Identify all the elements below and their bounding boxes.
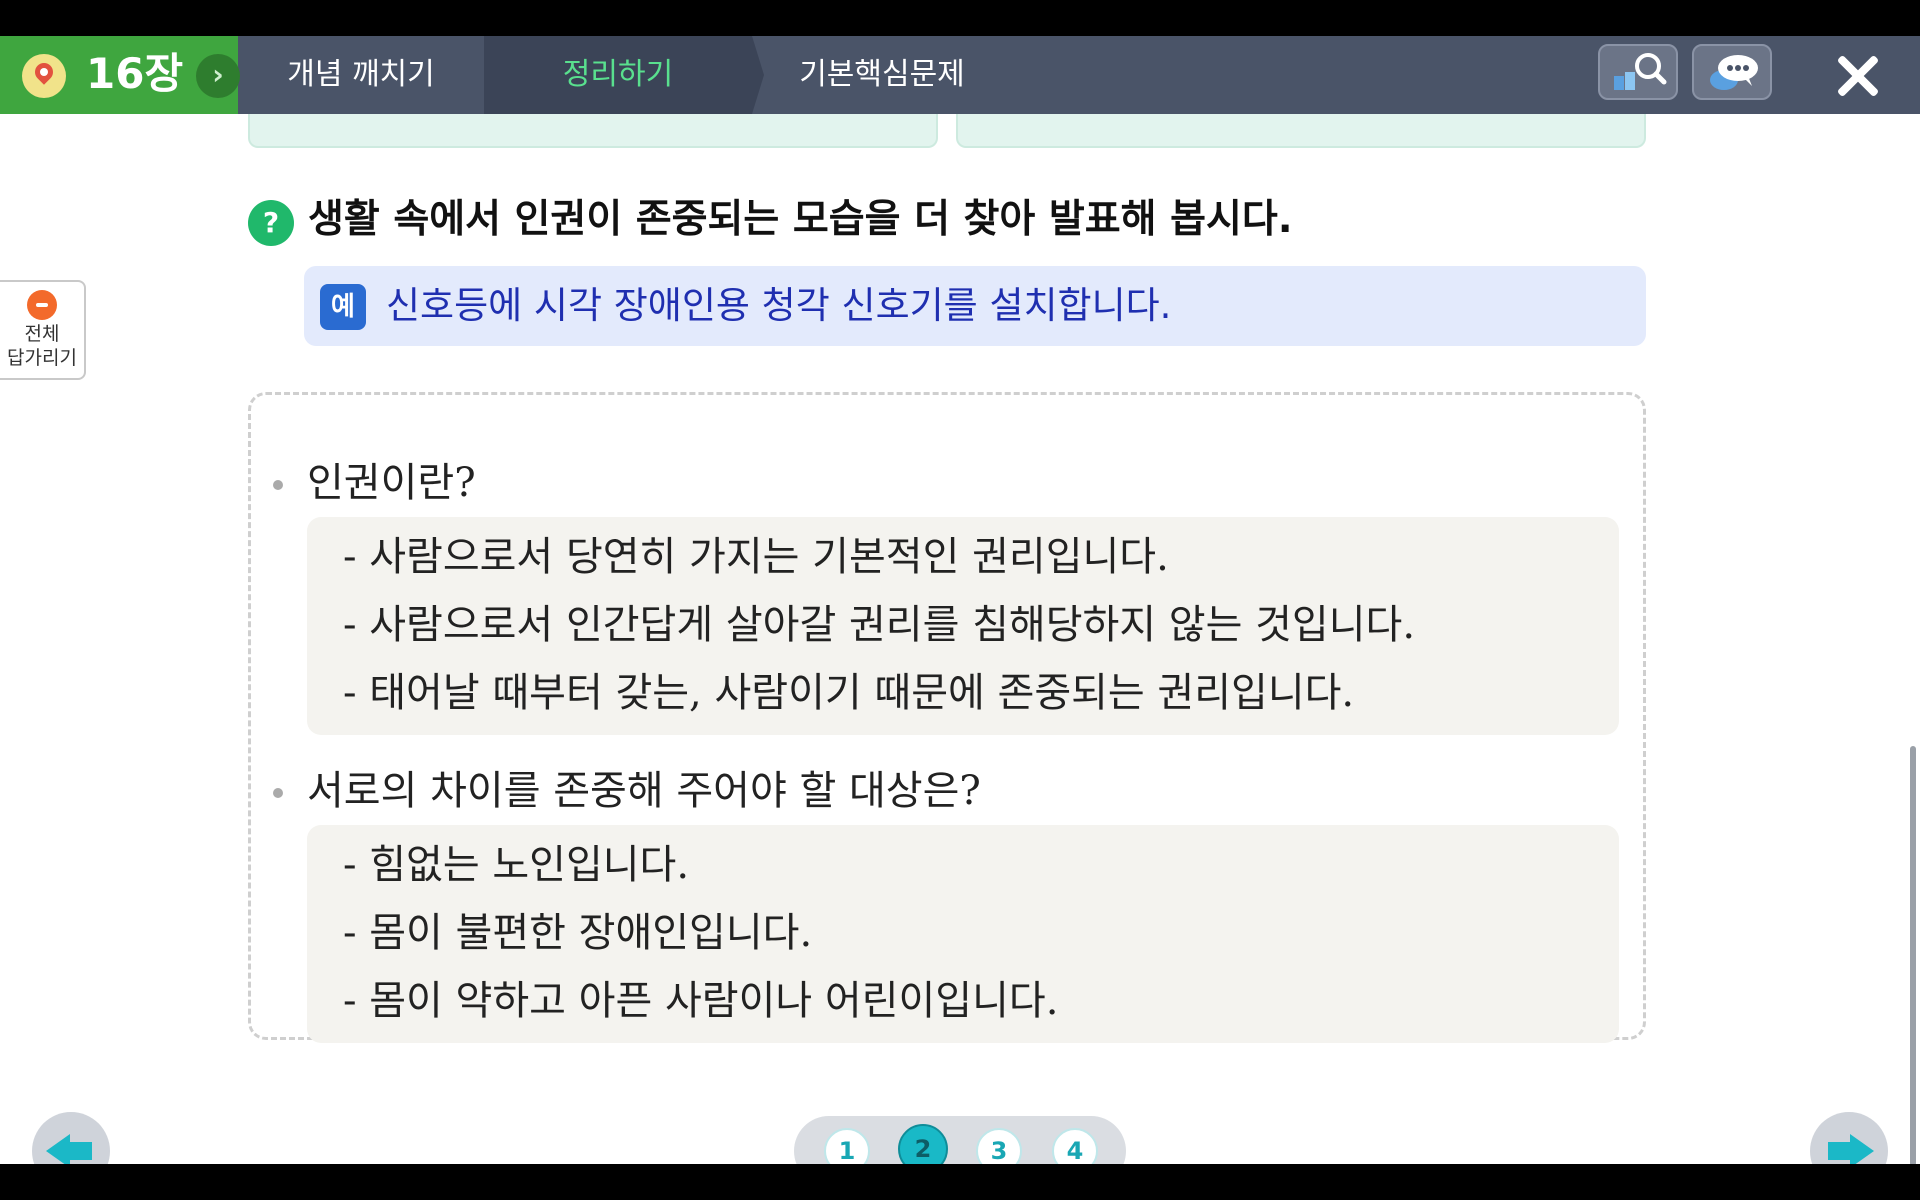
minus-icon: [27, 290, 57, 320]
chapter-label: 16장: [86, 49, 184, 98]
answer-line: - 몸이 불편한 장애인입니다.: [343, 910, 813, 956]
close-icon[interactable]: [1832, 50, 1884, 102]
page-button-4[interactable]: 4: [1052, 1128, 1098, 1164]
tab-label: 정리하기: [562, 57, 674, 92]
hide-all-answers-toggle[interactable]: 전체 답가리기: [0, 280, 86, 380]
answer-box[interactable]: - 사람으로서 당연히 가지는 기본적인 권리입니다. - 사람으로서 인간답게…: [307, 517, 1619, 735]
answer-line: - 사람으로서 인간답게 살아갈 권리를 침해당하지 않는 것입니다.: [343, 602, 1416, 648]
answer-line: - 태어날 때부터 갖는, 사람이기 때문에 존중되는 권리입니다.: [343, 670, 1355, 716]
prev-page-button[interactable]: [32, 1112, 110, 1164]
card-peek-right: [956, 114, 1646, 148]
tab-label: 개념 깨치기: [287, 57, 435, 92]
tab-concept[interactable]: 개념 깨치기: [238, 36, 484, 114]
example-text: 신호등에 시각 장애인용 청각 신호기를 설치합니다.: [386, 284, 1172, 327]
tab-core-problems[interactable]: 기본핵심문제: [764, 36, 1000, 114]
chat-button[interactable]: [1692, 44, 1772, 100]
page-button-2[interactable]: 2: [898, 1124, 948, 1164]
answer-line: - 사람으로서 당연히 가지는 기본적인 권리입니다.: [343, 534, 1169, 580]
page-indicator: 1 2 3 4: [794, 1116, 1126, 1164]
chevron-right-icon[interactable]: ›: [196, 54, 240, 98]
answer-box[interactable]: - 힘없는 노인입니다. - 몸이 불편한 장애인입니다. - 몸이 약하고 아…: [307, 825, 1619, 1043]
top-bar: 16장 › 개념 깨치기 정리하기 기본핵심문제: [0, 36, 1920, 114]
next-page-button[interactable]: [1810, 1112, 1888, 1164]
tab-divider: [752, 36, 764, 114]
toggle-label-line1: 전체: [24, 323, 60, 345]
section-heading: 서로의 차이를 존중해 주어야 할 대상은?: [307, 768, 981, 814]
tab-summary[interactable]: 정리하기: [484, 36, 752, 114]
card-peek-left: [248, 114, 938, 148]
tab-label: 기본핵심문제: [799, 57, 965, 92]
search-book-button[interactable]: [1598, 44, 1678, 100]
section-heading: 인권이란?: [307, 460, 476, 506]
page-button-3[interactable]: 3: [976, 1128, 1022, 1164]
example-badge: 예: [320, 284, 366, 330]
example-box: 예 신호등에 시각 장애인용 청각 신호기를 설치합니다.: [304, 266, 1646, 346]
bullet-dot: [273, 788, 283, 798]
chapter-badge[interactable]: 16장 ›: [0, 36, 240, 114]
scrollbar[interactable]: [1910, 746, 1916, 1164]
page-button-1[interactable]: 1: [824, 1128, 870, 1164]
toggle-label-line2: 답가리기: [7, 347, 77, 369]
chat-icon: [1710, 55, 1758, 90]
location-pin-icon: [22, 54, 66, 98]
bullet-dot: [273, 480, 283, 490]
answer-line: - 몸이 약하고 아픈 사람이나 어린이입니다.: [343, 978, 1059, 1024]
search-book-icon: [1614, 53, 1667, 90]
question-text: 생활 속에서 인권이 존중되는 모습을 더 찾아 발표해 봅시다.: [308, 197, 1293, 242]
screen: 16장 › 개념 깨치기 정리하기 기본핵심문제 전체 답가리기 ? 생활 속에…: [0, 36, 1920, 1164]
summary-box: 인권이란? - 사람으로서 당연히 가지는 기본적인 권리입니다. - 사람으로…: [248, 392, 1646, 1043]
question-badge-icon: ?: [248, 200, 294, 246]
answer-line: - 힘없는 노인입니다.: [343, 842, 690, 888]
